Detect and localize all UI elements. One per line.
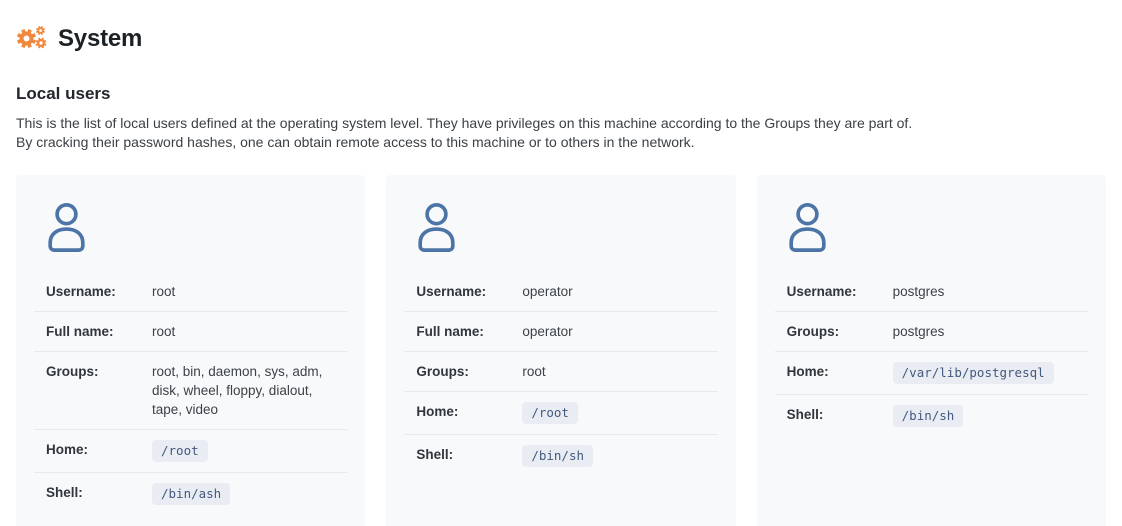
table-row: Shell: /bin/sh (404, 434, 717, 477)
field-value: /bin/ash (152, 483, 347, 505)
table-row: Groups: root, bin, daemon, sys, adm, dis… (34, 351, 347, 429)
field-label: Home: (416, 402, 522, 421)
table-row: Username: root (34, 272, 347, 311)
page-header: System (16, 24, 1106, 53)
table-row: Username: postgres (775, 272, 1088, 311)
field-value: root, bin, daemon, sys, adm, disk, wheel… (152, 362, 347, 419)
code-badge: /bin/sh (522, 445, 593, 467)
field-value: root (152, 322, 347, 341)
field-value: postgres (893, 322, 1088, 341)
table-row: Groups: postgres (775, 311, 1088, 351)
system-page: System Local users This is the list of l… (0, 0, 1122, 526)
table-row: Shell: /bin/sh (775, 394, 1088, 437)
user-card-root: Username: root Full name: root Groups: r… (16, 175, 365, 526)
field-value: /var/lib/postgresql (893, 362, 1088, 384)
field-label: Username: (416, 282, 522, 301)
field-value: /bin/sh (522, 445, 717, 467)
table-row: Full name: root (34, 311, 347, 351)
field-label: Shell: (787, 405, 893, 424)
user-detail-rows: Username: postgres Groups: postgres Home… (775, 272, 1088, 437)
table-row: Username: operator (404, 272, 717, 311)
table-row: Home: /root (404, 391, 717, 434)
user-detail-rows: Username: root Full name: root Groups: r… (34, 272, 347, 515)
description-line: This is the list of local users defined … (16, 114, 1106, 133)
user-card-postgres: Username: postgres Groups: postgres Home… (757, 175, 1106, 526)
field-label: Home: (46, 440, 152, 459)
field-value: /root (522, 402, 717, 424)
user-cards: Username: root Full name: root Groups: r… (16, 175, 1106, 526)
table-row: Groups: root (404, 351, 717, 391)
field-label: Groups: (787, 322, 893, 341)
user-detail-rows: Username: operator Full name: operator G… (404, 272, 717, 477)
field-value: operator (522, 322, 717, 341)
field-label: Home: (787, 362, 893, 381)
field-value: root (522, 362, 717, 381)
person-icon (785, 202, 830, 253)
field-label: Groups: (46, 362, 152, 381)
page-title: System (58, 25, 142, 53)
user-card-operator: Username: operator Full name: operator G… (386, 175, 735, 526)
code-badge: /var/lib/postgresql (893, 362, 1054, 384)
code-badge: /root (152, 440, 208, 462)
person-icon (44, 202, 89, 253)
field-label: Full name: (416, 322, 522, 341)
section-heading: Local users (16, 84, 1106, 104)
field-value: /root (152, 440, 347, 462)
field-label: Full name: (46, 322, 152, 341)
section-description: This is the list of local users defined … (16, 114, 1106, 152)
field-value: operator (522, 282, 717, 301)
code-badge: /root (522, 402, 578, 424)
table-row: Home: /var/lib/postgresql (775, 351, 1088, 394)
field-label: Username: (787, 282, 893, 301)
field-label: Groups: (416, 362, 522, 381)
field-label: Shell: (46, 483, 152, 502)
code-badge: /bin/sh (893, 405, 964, 427)
table-row: Full name: operator (404, 311, 717, 351)
person-icon (414, 202, 459, 253)
field-value: /bin/sh (893, 405, 1088, 427)
table-row: Shell: /bin/ash (34, 472, 347, 515)
field-value: postgres (893, 282, 1088, 301)
description-line: By cracking their password hashes, one c… (16, 133, 1106, 152)
field-label: Username: (46, 282, 152, 301)
field-value: root (152, 282, 347, 301)
field-label: Shell: (416, 445, 522, 464)
code-badge: /bin/ash (152, 483, 230, 505)
gears-icon (16, 24, 47, 53)
table-row: Home: /root (34, 429, 347, 472)
